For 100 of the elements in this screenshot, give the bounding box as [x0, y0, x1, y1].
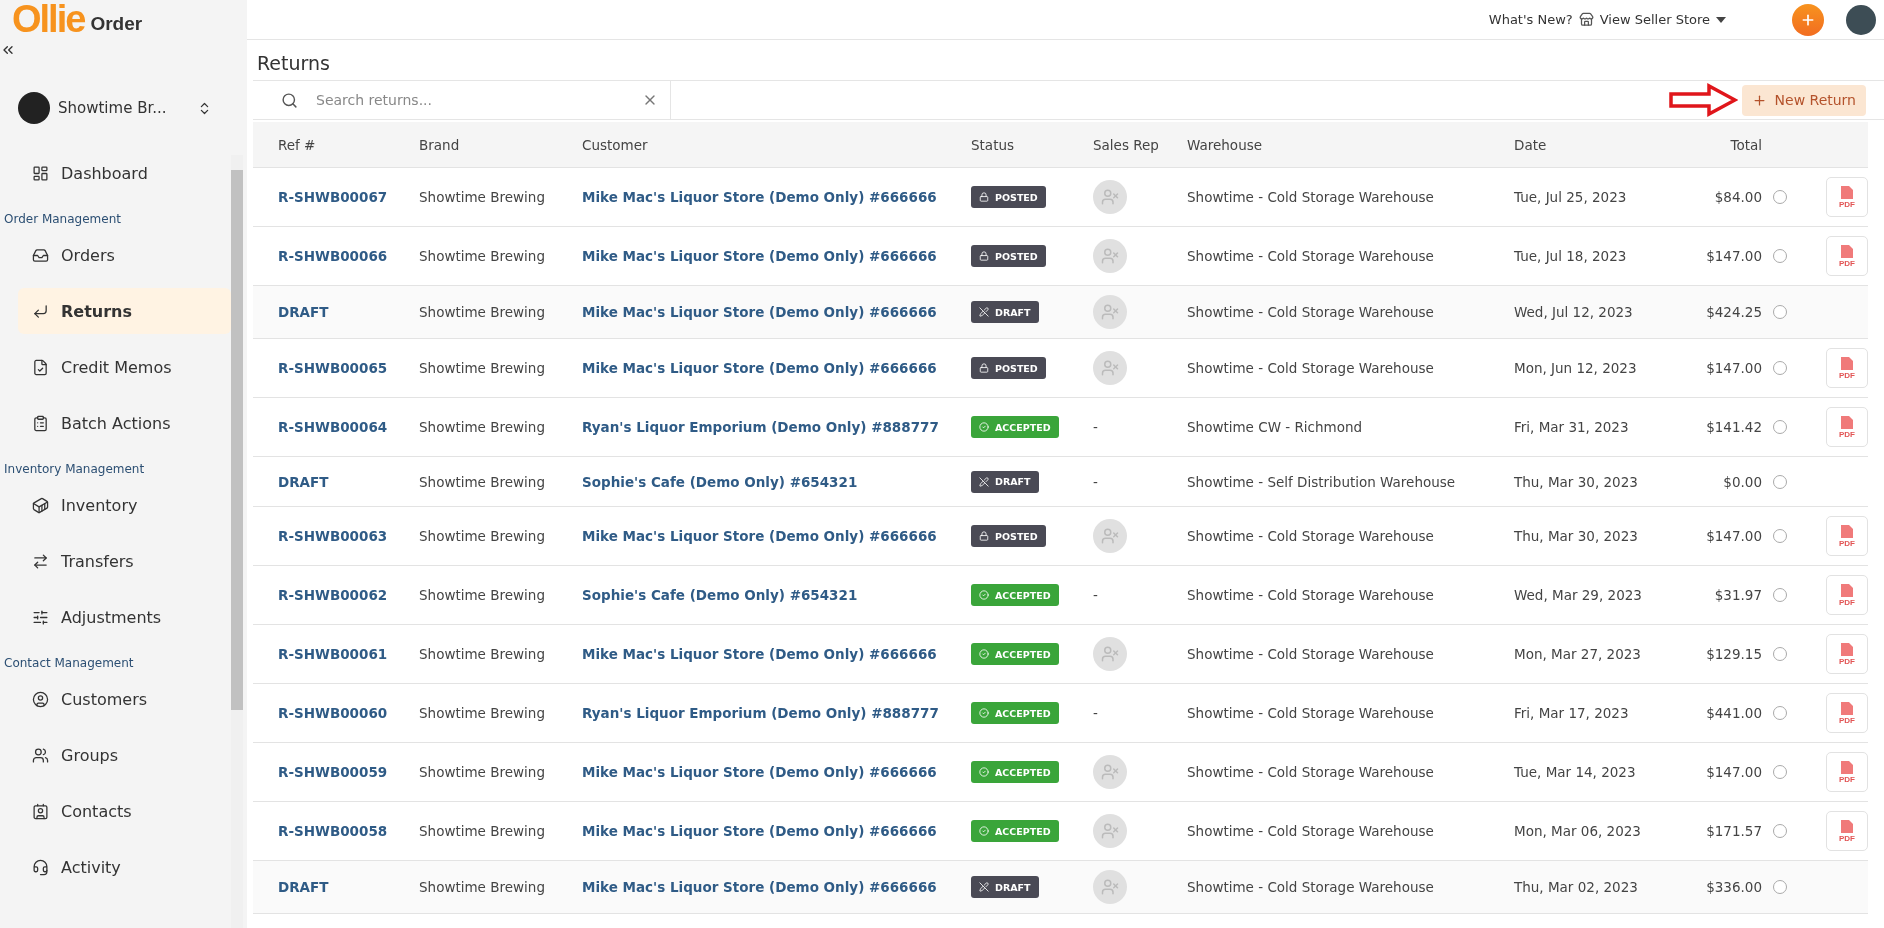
table-cell: $171.57: [1706, 823, 1762, 839]
row-radio[interactable]: [1773, 824, 1787, 838]
table-cell: Tue, Jul 18, 2023: [1514, 248, 1627, 264]
customer-link[interactable]: Mike Mac's Liquor Store (Demo Only) #666666: [582, 823, 971, 839]
ref-link[interactable]: DRAFT: [278, 473, 419, 490]
table-row[interactable]: DRAFT Showtime Brewing Mike Mac's Liquor Store (Demo Only) #666666 DRAFT Showtime - Cold Storage Warehouse Thu, Mar 02, 2023 $336.00: [253, 861, 1868, 914]
whats-new-link[interactable]: What's New?: [1488, 12, 1573, 27]
row-radio[interactable]: [1773, 361, 1787, 375]
pdf-button[interactable]: PDF: [1826, 407, 1868, 447]
nav-item[interactable]: Returns: [18, 288, 231, 334]
customer-link[interactable]: Mike Mac's Liquor Store (Demo Only) #666666: [582, 248, 971, 264]
nav-item[interactable]: Orders: [18, 232, 231, 278]
table-cell: Showtime - Cold Storage Warehouse: [1187, 360, 1434, 376]
brand-selector[interactable]: Showtime Br...: [18, 88, 235, 128]
pdf-button[interactable]: PDF: [1826, 811, 1868, 851]
ref-link[interactable]: R-SHWB00066: [278, 248, 419, 264]
sliders-icon: [32, 608, 49, 626]
customer-link[interactable]: Mike Mac's Liquor Store (Demo Only) #666666: [582, 879, 971, 895]
nav-item[interactable]: Groups: [18, 732, 231, 778]
customer-link[interactable]: Mike Mac's Liquor Store (Demo Only) #666666: [582, 528, 971, 544]
row-radio[interactable]: [1773, 474, 1787, 489]
callout-arrow-drawing: [1667, 83, 1738, 117]
nav-section-title: Inventory Management: [3, 461, 146, 478]
ref-link[interactable]: R-SHWB00059: [278, 764, 419, 780]
nav-item[interactable]: Contacts: [18, 788, 231, 834]
inbox-icon: [32, 246, 49, 264]
row-radio[interactable]: [1773, 647, 1787, 661]
search-field[interactable]: Search returns...: [314, 91, 626, 109]
ref-link[interactable]: R-SHWB00065: [278, 360, 419, 376]
row-radio[interactable]: [1773, 529, 1787, 543]
table-cell: $424.25: [1706, 304, 1762, 320]
table-row[interactable]: DRAFT Showtime Brewing Mike Mac's Liquor Store (Demo Only) #666666 DRAFT Showtime - Cold Storage Warehouse Wed, Jul 12, 2023 $424.25: [253, 286, 1868, 339]
scrollbar-thumb[interactable]: [231, 170, 243, 710]
customer-link[interactable]: Mike Mac's Liquor Store (Demo Only) #666666: [582, 646, 971, 662]
row-radio[interactable]: [1773, 765, 1787, 779]
file-icon: [1841, 819, 1853, 833]
pdf-button[interactable]: PDF: [1826, 516, 1868, 556]
nav-item[interactable]: Adjustments: [18, 594, 231, 640]
pdf-button[interactable]: PDF: [1826, 348, 1868, 388]
status-badge: ACCEPTED: [971, 820, 1059, 842]
row-radio[interactable]: [1773, 249, 1787, 263]
ref-link[interactable]: R-SHWB00067: [278, 189, 419, 205]
customer-link[interactable]: Mike Mac's Liquor Store (Demo Only) #666666: [582, 360, 971, 376]
customer-link[interactable]: Sophie's Cafe (Demo Only) #654321: [582, 473, 971, 490]
table-cell: -: [1093, 473, 1098, 490]
row-radio[interactable]: [1773, 305, 1787, 319]
pen-off-icon: [979, 307, 989, 317]
table-cell: Showtime - Cold Storage Warehouse: [1187, 587, 1434, 603]
file-icon: [1841, 642, 1853, 656]
row-radio[interactable]: [1773, 420, 1787, 434]
pdf-button[interactable]: PDF: [1826, 693, 1868, 733]
pdf-button[interactable]: PDF: [1826, 236, 1868, 276]
table-cell: Showtime - Cold Storage Warehouse: [1187, 304, 1434, 320]
row-radio[interactable]: [1773, 880, 1787, 894]
ref-link[interactable]: R-SHWB00063: [278, 528, 419, 544]
row-radio[interactable]: [1773, 190, 1787, 204]
customer-link[interactable]: Ryan's Liquor Emporium (Demo Only) #888777: [582, 419, 971, 435]
customer-link[interactable]: Mike Mac's Liquor Store (Demo Only) #666666: [582, 189, 971, 205]
customer-link[interactable]: Mike Mac's Liquor Store (Demo Only) #666666: [582, 304, 971, 320]
file-icon: [1841, 760, 1853, 774]
table-cell: Fri, Mar 31, 2023: [1514, 419, 1629, 435]
pdf-button[interactable]: PDF: [1826, 634, 1868, 674]
table-cell: Tue, Jul 25, 2023: [1514, 189, 1627, 205]
brand-avatar: [18, 92, 50, 124]
nav-item[interactable]: Dashboard: [18, 150, 231, 196]
table-cell: Showtime Brewing: [419, 528, 545, 544]
new-return-button[interactable]: New Return: [1741, 84, 1866, 116]
ref-link[interactable]: DRAFT: [278, 879, 419, 895]
row-radio[interactable]: [1773, 588, 1787, 602]
check-circle-icon: [979, 590, 989, 600]
column-header: Brand: [419, 136, 460, 153]
customer-link[interactable]: Ryan's Liquor Emporium (Demo Only) #888777: [582, 705, 971, 721]
view-store-link[interactable]: View Seller Store: [1599, 12, 1726, 27]
ref-link[interactable]: DRAFT: [278, 304, 419, 320]
customer-link[interactable]: Sophie's Cafe (Demo Only) #654321: [582, 587, 971, 603]
pdf-button[interactable]: PDF: [1826, 177, 1868, 217]
add-button[interactable]: [1792, 3, 1824, 36]
table-cell: Showtime Brewing: [419, 823, 545, 839]
nav-item[interactable]: Customers: [18, 676, 231, 722]
ref-link[interactable]: R-SHWB00062: [278, 587, 419, 603]
pdf-button[interactable]: PDF: [1826, 575, 1868, 615]
table-cell: $129.15: [1706, 646, 1762, 662]
ref-link[interactable]: R-SHWB00064: [278, 419, 419, 435]
status-badge: ACCEPTED: [971, 702, 1059, 724]
store-icon: [1578, 12, 1594, 27]
customer-link[interactable]: Mike Mac's Liquor Store (Demo Only) #666666: [582, 764, 971, 780]
nav-item[interactable]: Credit Memos: [18, 344, 231, 390]
nav-item[interactable]: Activity: [18, 844, 231, 890]
ref-link[interactable]: R-SHWB00060: [278, 705, 419, 721]
table-cell: $147.00: [1706, 528, 1762, 544]
nav-item[interactable]: Inventory: [18, 482, 231, 528]
row-radio[interactable]: [1773, 706, 1787, 720]
nav-item[interactable]: Transfers: [18, 538, 231, 584]
file-icon: [1841, 415, 1853, 429]
user-avatar[interactable]: [1846, 4, 1876, 35]
ref-link[interactable]: R-SHWB00058: [278, 823, 419, 839]
ref-link[interactable]: R-SHWB00061: [278, 646, 419, 662]
nav-section-title: Contact Management: [3, 655, 135, 672]
pdf-button[interactable]: PDF: [1826, 752, 1868, 792]
nav-item[interactable]: Batch Actions: [18, 400, 231, 446]
